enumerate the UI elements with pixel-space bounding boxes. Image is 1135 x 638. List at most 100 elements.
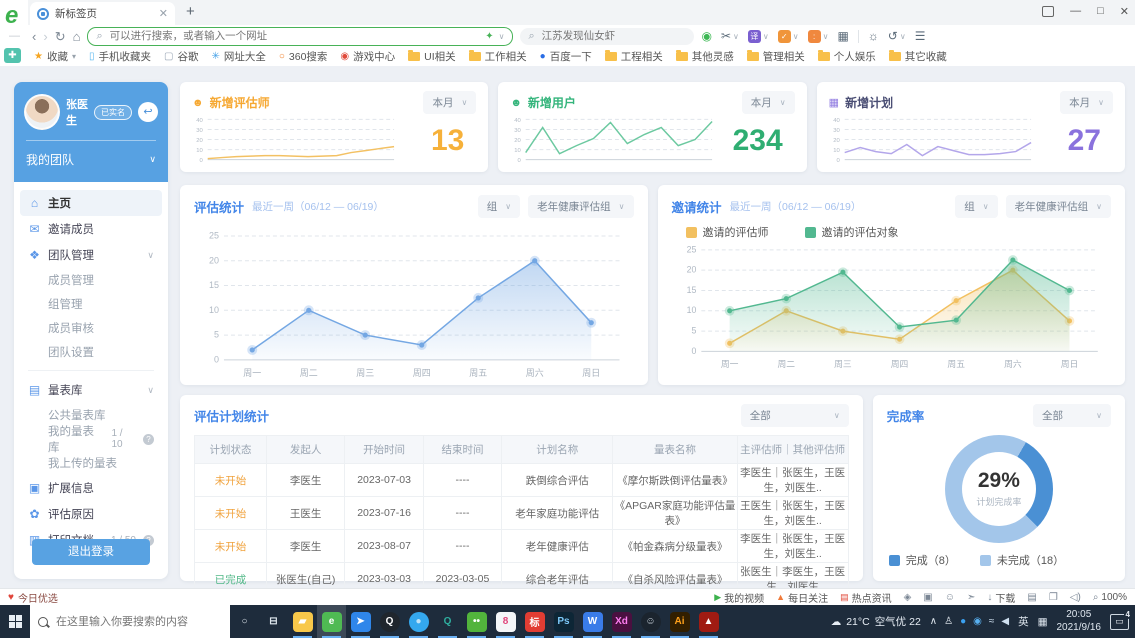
tray-expand-icon[interactable]: ∧ (930, 616, 937, 627)
group-name-select[interactable]: 老年健康评估组∨ (528, 195, 633, 218)
bookmark-item[interactable]: UI相关 (408, 49, 456, 64)
weather-widget[interactable]: ☁ 21°C 空气优 22 (831, 614, 921, 629)
taskbar-app-thunder[interactable]: ➤ (346, 605, 375, 638)
bookmark-item[interactable]: ◉游戏中心 (340, 49, 395, 64)
bookmark-item[interactable]: 工程相关 (605, 49, 663, 64)
undo-icon[interactable]: ↺∨ (888, 29, 906, 43)
statusbar-image[interactable]: ▣ (923, 592, 932, 603)
bookmark-item[interactable]: 其它收藏 (889, 49, 947, 64)
translate-icon[interactable]: 译∨ (748, 30, 769, 43)
minimize-button[interactable]: — (1070, 5, 1081, 17)
statusbar-printer[interactable]: ▤ (1027, 592, 1036, 603)
taskbar-app-task-view[interactable]: ⊟ (259, 605, 288, 638)
sidebar-item-扩展信息[interactable]: ▣扩展信息 (20, 475, 162, 501)
taskbar-app-video-app[interactable]: ● (404, 605, 433, 638)
taskbar-search-input[interactable] (54, 615, 222, 629)
shield-icon[interactable]: ✓∨ (778, 30, 799, 43)
taskbar-app-illustrator[interactable]: Ai (665, 605, 694, 638)
quick-search-input[interactable] (540, 29, 687, 43)
sidebar-item-团队管理[interactable]: ❖团队管理∨ (20, 242, 162, 268)
tab-close-icon[interactable]: ✕ (159, 7, 168, 20)
bookmark-item[interactable]: 其他灵感 (676, 49, 734, 64)
sidebar-item-评估原因[interactable]: ✿评估原因 (20, 501, 162, 527)
game-center-icon[interactable]: :∨ (808, 30, 829, 43)
start-button[interactable] (0, 605, 30, 638)
ime-indicator[interactable]: 英 (1018, 614, 1029, 629)
period-select[interactable]: 本月∨ (742, 91, 795, 114)
statusbar-download[interactable]: ↓下载 (987, 590, 1015, 605)
address-bar[interactable]: ⌕ ✦ ∨ (87, 27, 513, 46)
daily-picks[interactable]: ♥ 今日优选 (8, 590, 58, 605)
apps-grid-icon[interactable]: ▦ (837, 29, 848, 43)
taskbar-app-photoshop[interactable]: Ps (549, 605, 578, 638)
statusbar-daily-follow[interactable]: ▲每日关注 (776, 590, 828, 605)
menu-icon[interactable]: ☰ (915, 29, 926, 43)
forward-button[interactable]: › (43, 30, 47, 43)
sidebar-item-成员审核[interactable]: 成员审核 (20, 316, 162, 340)
address-input[interactable] (108, 29, 481, 43)
taskbar-app-wechat[interactable]: •• (462, 605, 491, 638)
bookmark-item[interactable]: 个人娱乐 (818, 49, 876, 64)
reading-mode-icon[interactable]: ◉ (701, 29, 711, 43)
bookmark-item[interactable]: ○360搜索 (279, 49, 328, 64)
back-button[interactable]: ‹ (32, 30, 36, 43)
taskbar-app-adobe-xd[interactable]: Xd (607, 605, 636, 638)
bandwidth-tray-icon[interactable]: ≈ (989, 616, 995, 627)
statusbar-rocket[interactable]: ➣ (967, 592, 975, 603)
group-select[interactable]: 组∨ (955, 195, 997, 218)
plan-filter-select[interactable]: 全部∨ (741, 404, 849, 427)
help-icon[interactable]: ? (143, 434, 154, 445)
statusbar-zoom[interactable]: ⌕100% (1093, 592, 1127, 603)
sidebar-item-我上传的量表[interactable]: 我上传的量表 (20, 451, 162, 475)
statusbar-windows[interactable]: ❐ (1049, 592, 1058, 603)
browser-tab[interactable]: 新标签页 ✕ (30, 2, 175, 25)
sidebar-item-组管理[interactable]: 组管理 (20, 292, 162, 316)
sidebar-item-我的量表库[interactable]: 我的量表库1 / 10? (20, 427, 162, 451)
clock[interactable]: 20:05 2021/9/16 (1057, 609, 1102, 634)
lightning-icon[interactable]: ✦ (485, 31, 493, 42)
new-tab-button[interactable]: + (186, 3, 195, 20)
globe-tray-icon[interactable]: ◉ (973, 616, 982, 627)
bookmark-item[interactable]: ★收藏▾ (34, 49, 76, 64)
reload-button[interactable]: ↻ (55, 30, 66, 43)
sidebar-item-团队设置[interactable]: 团队设置 (20, 340, 162, 364)
notification-center-icon[interactable]: ▭4 (1110, 614, 1129, 630)
touch-keyboard-icon[interactable]: ▦ (1038, 616, 1048, 628)
completion-filter-select[interactable]: 全部∨ (1033, 404, 1111, 427)
back-circle-button[interactable]: ↩ (138, 102, 158, 122)
favorites-manager-icon[interactable]: ✚ (4, 48, 21, 63)
sidebar-item-量表库[interactable]: ▤量表库∨ (20, 377, 162, 403)
statusbar-my-video[interactable]: ▶我的视频 (714, 590, 764, 605)
sidebar-collapse-handle[interactable]: — (9, 30, 20, 42)
statusbar-emoji[interactable]: ☺ (945, 592, 955, 603)
statusbar-speaker[interactable]: ◁) (1070, 592, 1081, 603)
bookmark-item[interactable]: ▢谷歌 (164, 49, 198, 64)
bookmark-item[interactable]: 管理相关 (747, 49, 805, 64)
bookmark-item[interactable]: ●百度一下 (540, 49, 592, 64)
skin-button[interactable] (1042, 6, 1054, 17)
volume-tray-icon[interactable]: ◀ (1001, 616, 1009, 627)
qq-tray-icon[interactable]: ♙ (944, 616, 953, 627)
taskbar-app-wps[interactable]: W (578, 605, 607, 638)
statusbar-shield[interactable]: ◈ (904, 592, 912, 603)
brightness-icon[interactable]: ☼ (868, 29, 879, 43)
quick-search-box[interactable]: ⌕ (520, 28, 694, 45)
bookmark-item[interactable]: ▯手机收藏夹 (89, 49, 151, 64)
sidebar-item-主页[interactable]: ⌂主页 (20, 190, 162, 216)
taskbar-app-cortana[interactable]: ○ (230, 605, 259, 638)
logout-button[interactable]: 退出登录 (32, 539, 150, 565)
group-select[interactable]: 组∨ (478, 195, 520, 218)
taskbar-app-account-app[interactable]: ☺ (636, 605, 665, 638)
taskbar-app-qq[interactable]: Q (375, 605, 404, 638)
taskbar-search[interactable] (30, 605, 230, 638)
bookmark-item[interactable]: ✳网址大全 (211, 49, 265, 64)
taskbar-app-360-browser[interactable]: e (317, 605, 346, 638)
chevron-down-icon[interactable]: ∨ (499, 32, 505, 41)
period-select[interactable]: 本月∨ (423, 91, 476, 114)
period-select[interactable]: 本月∨ (1060, 91, 1113, 114)
netdisk-tray-icon[interactable]: ● (960, 616, 966, 627)
home-button[interactable]: ⌂ (73, 30, 81, 43)
sidebar-item-成员管理[interactable]: 成员管理 (20, 268, 162, 292)
maximize-button[interactable]: □ (1097, 5, 1104, 17)
taskbar-app-file-explorer[interactable]: ▰ (288, 605, 317, 638)
